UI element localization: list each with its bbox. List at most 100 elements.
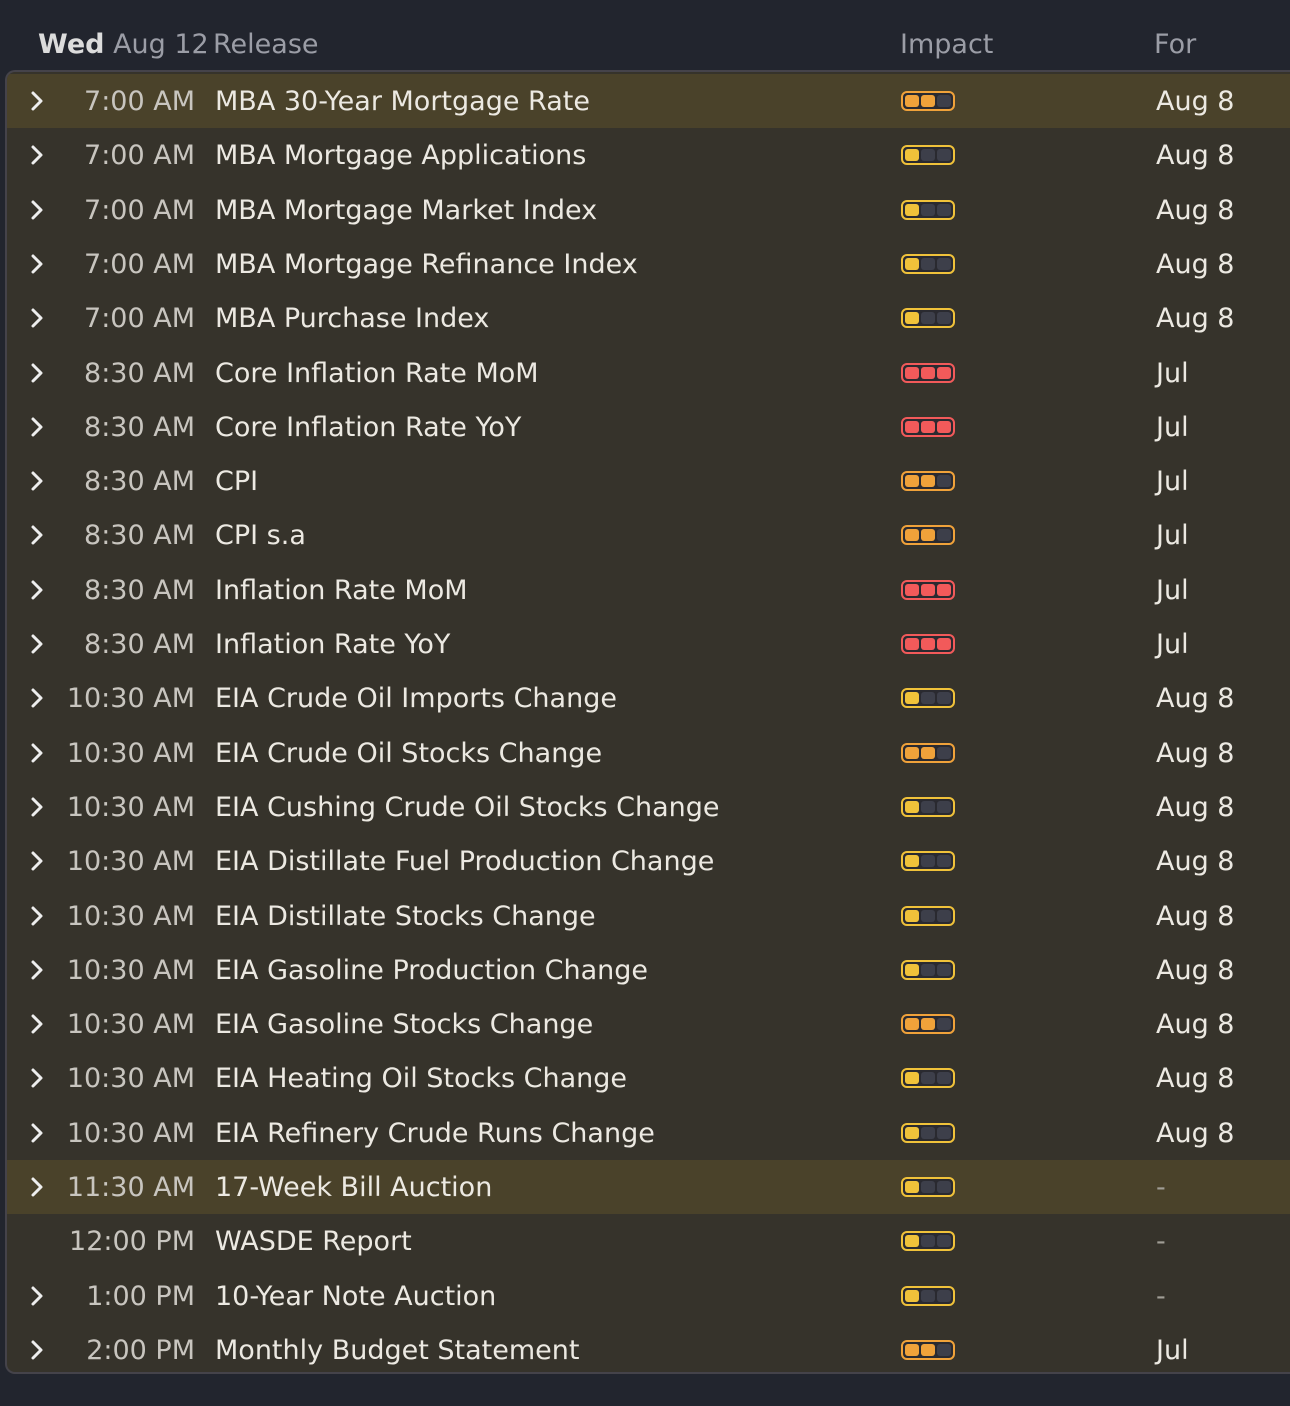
event-name[interactable]: EIA Cushing Crude Oil Stocks Change xyxy=(215,792,720,824)
event-period: Aug 8 xyxy=(1156,303,1235,335)
chevron-right-icon[interactable] xyxy=(25,467,49,495)
event-time: 10:30 AM xyxy=(66,683,195,715)
event-row[interactable]: 7:00 AM MBA Purchase Index Aug 8 xyxy=(7,291,1290,345)
event-period: Aug 8 xyxy=(1156,248,1235,280)
event-name[interactable]: MBA Mortgage Applications xyxy=(215,140,586,172)
event-row[interactable]: 8:30 AM Inflation Rate MoM Jul xyxy=(7,563,1290,617)
chevron-right-icon[interactable] xyxy=(25,141,49,169)
chevron-right-icon[interactable] xyxy=(25,902,49,930)
event-row[interactable]: 10:30 AM EIA Cushing Crude Oil Stocks Cha… xyxy=(7,780,1290,834)
impact-segment xyxy=(905,909,919,922)
impact-segment xyxy=(905,312,919,325)
event-row[interactable]: 2:00 PM Monthly Budget Statement Jul xyxy=(7,1323,1290,1372)
event-row[interactable]: 8:30 AM Core Inflation Rate YoY Jul xyxy=(7,400,1290,454)
impact-segment xyxy=(937,203,951,216)
event-row[interactable]: 10:30 AM EIA Crude Oil Imports Change Aug … xyxy=(7,671,1290,725)
event-time: 7:00 AM xyxy=(84,194,195,226)
impact-indicator xyxy=(901,308,955,329)
impact-segment xyxy=(921,1235,935,1248)
column-header-impact[interactable]: Impact xyxy=(900,29,993,61)
event-row[interactable]: 10:30 AM EIA Gasoline Production Change Au… xyxy=(7,943,1290,997)
event-row[interactable]: 7:00 AM MBA Mortgage Market Index Aug 8 xyxy=(7,183,1290,237)
chevron-right-icon[interactable] xyxy=(25,1336,49,1364)
event-row[interactable]: 10:30 AM EIA Heating Oil Stocks Change Aug… xyxy=(7,1051,1290,1105)
chevron-right-icon[interactable] xyxy=(25,304,49,332)
event-name[interactable]: Inflation Rate MoM xyxy=(215,575,468,607)
event-name[interactable]: EIA Crude Oil Imports Change xyxy=(215,683,617,715)
chevron-right-icon[interactable] xyxy=(25,1064,49,1092)
impact-indicator xyxy=(901,525,955,546)
impact-segment xyxy=(905,420,919,433)
event-name[interactable]: EIA Distillate Stocks Change xyxy=(215,901,596,933)
event-name[interactable]: EIA Refinery Crude Runs Change xyxy=(215,1118,655,1150)
event-period: Aug 8 xyxy=(1156,846,1235,878)
event-name[interactable]: Inflation Rate YoY xyxy=(215,629,450,661)
chevron-right-icon[interactable] xyxy=(25,630,49,658)
chevron-right-icon[interactable] xyxy=(25,793,49,821)
event-row[interactable]: 10:30 AM EIA Distillate Stocks Change Aug … xyxy=(7,889,1290,943)
event-name[interactable]: CPI xyxy=(215,466,258,498)
event-row[interactable]: 1:00 PM 10-Year Note Auction - xyxy=(7,1269,1290,1323)
event-name[interactable]: EIA Gasoline Production Change xyxy=(215,955,648,987)
chevron-right-icon[interactable] xyxy=(25,521,49,549)
chevron-right-icon[interactable] xyxy=(25,250,49,278)
chevron-right-icon[interactable] xyxy=(25,1010,49,1038)
event-row[interactable]: 12:00 PM WASDE Report - xyxy=(7,1214,1290,1268)
impact-indicator xyxy=(901,579,955,600)
event-name[interactable]: Monthly Budget Statement xyxy=(215,1335,579,1367)
impact-indicator xyxy=(901,1231,955,1252)
impact-segment xyxy=(905,203,919,216)
event-name[interactable]: 17-Week Bill Auction xyxy=(215,1172,492,1204)
event-name[interactable]: WASDE Report xyxy=(215,1226,412,1258)
event-row[interactable]: 7:00 AM MBA Mortgage Refinance Index Aug 8 xyxy=(7,237,1290,291)
event-period: Aug 8 xyxy=(1156,1063,1235,1095)
event-row[interactable]: 11:30 AM 17-Week Bill Auction - xyxy=(7,1160,1290,1214)
event-period: Jul xyxy=(1156,466,1189,498)
impact-segment xyxy=(937,475,951,488)
event-time: 12:00 PM xyxy=(69,1226,195,1258)
chevron-right-icon[interactable] xyxy=(25,359,49,387)
impact-indicator xyxy=(901,145,955,166)
chevron-right-icon[interactable] xyxy=(25,956,49,984)
impact-segment xyxy=(905,855,919,868)
impact-indicator xyxy=(901,742,955,763)
event-time: 10:30 AM xyxy=(66,791,195,823)
event-period: - xyxy=(1156,1226,1166,1258)
event-name[interactable]: EIA Distillate Fuel Production Change xyxy=(215,846,714,878)
chevron-right-icon[interactable] xyxy=(25,87,49,115)
chevron-right-icon[interactable] xyxy=(25,739,49,767)
chevron-right-icon[interactable] xyxy=(25,576,49,604)
event-name[interactable]: CPI s.a xyxy=(215,520,306,552)
event-name[interactable]: MBA Mortgage Market Index xyxy=(215,195,597,227)
event-row[interactable]: 10:30 AM EIA Refinery Crude Runs Change Au… xyxy=(7,1106,1290,1160)
chevron-right-icon[interactable] xyxy=(25,1173,49,1201)
event-row[interactable]: 10:30 AM EIA Gasoline Stocks Change Aug 8 xyxy=(7,997,1290,1051)
event-row[interactable]: 10:30 AM EIA Distillate Fuel Production C… xyxy=(7,834,1290,888)
event-name[interactable]: MBA 30-Year Mortgage Rate xyxy=(215,86,590,118)
chevron-right-icon[interactable] xyxy=(25,1119,49,1147)
event-row[interactable]: 8:30 AM CPI s.a Jul xyxy=(7,508,1290,562)
event-name[interactable]: EIA Heating Oil Stocks Change xyxy=(215,1063,627,1095)
chevron-right-icon[interactable] xyxy=(25,847,49,875)
event-name[interactable]: Core Inflation Rate YoY xyxy=(215,412,521,444)
column-header-for[interactable]: For xyxy=(1154,29,1196,61)
impact-segment xyxy=(921,855,935,868)
chevron-right-icon[interactable] xyxy=(25,196,49,224)
event-row[interactable]: 8:30 AM Inflation Rate YoY Jul xyxy=(7,617,1290,671)
event-row[interactable]: 7:00 AM MBA 30-Year Mortgage Rate Aug 8 xyxy=(7,74,1290,128)
chevron-right-icon[interactable] xyxy=(25,684,49,712)
event-row[interactable]: 10:30 AM EIA Crude Oil Stocks Change Aug 8 xyxy=(7,726,1290,780)
event-name[interactable]: Core Inflation Rate MoM xyxy=(215,358,539,390)
event-name[interactable]: EIA Gasoline Stocks Change xyxy=(215,1009,593,1041)
chevron-right-icon[interactable] xyxy=(25,1282,49,1310)
column-header-release[interactable]: Release xyxy=(213,29,319,61)
event-name[interactable]: EIA Crude Oil Stocks Change xyxy=(215,738,602,770)
event-name[interactable]: MBA Purchase Index xyxy=(215,303,489,335)
impact-segment xyxy=(937,149,951,162)
event-row[interactable]: 8:30 AM Core Inflation Rate MoM Jul xyxy=(7,346,1290,400)
event-name[interactable]: MBA Mortgage Refinance Index xyxy=(215,249,638,281)
event-row[interactable]: 8:30 AM CPI Jul xyxy=(7,454,1290,508)
event-row[interactable]: 7:00 AM MBA Mortgage Applications Aug 8 xyxy=(7,128,1290,182)
chevron-right-icon[interactable] xyxy=(25,413,49,441)
event-name[interactable]: 10-Year Note Auction xyxy=(215,1281,496,1313)
